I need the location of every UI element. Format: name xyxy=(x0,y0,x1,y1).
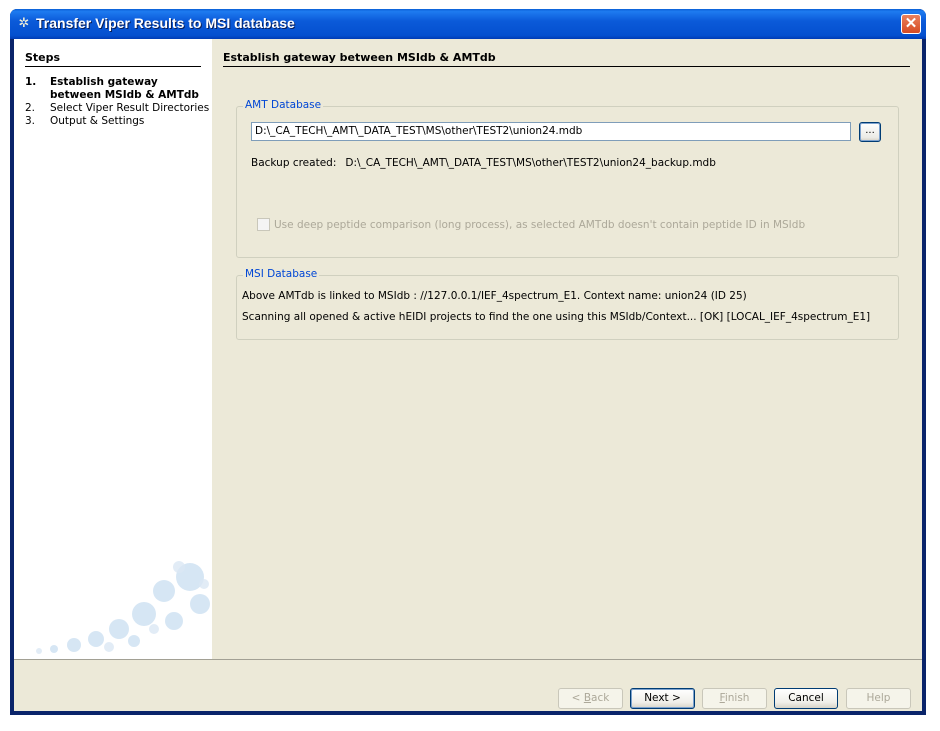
step-item-1: 1. Establish gateway between MSIdb & AMT… xyxy=(25,76,210,102)
back-rest: ack xyxy=(591,692,610,704)
msi-scan-text: Scanning all opened & active hEIDI proje… xyxy=(242,311,871,323)
browse-button[interactable]: ... xyxy=(859,122,881,142)
window-title: Transfer Viper Results to MSI database xyxy=(36,15,295,31)
back-button[interactable]: < Back xyxy=(558,688,623,709)
deep-compare-label: Use deep peptide comparison (long proces… xyxy=(274,218,806,231)
step-label: Output & Settings xyxy=(50,115,145,127)
page-title: Establish gateway between MSIdb & AMTdb xyxy=(223,51,910,67)
msi-link-text: Above AMTdb is linked to MSIdb : //127.0… xyxy=(242,290,747,302)
help-button[interactable]: Help xyxy=(846,688,911,709)
back-mnemonic: B xyxy=(583,692,592,704)
cancel-button[interactable]: Cancel xyxy=(774,688,838,709)
step-item-2: 2. Select Viper Result Directories xyxy=(25,102,210,115)
backup-info: Backup created: D:\_CA_TECH\_AMT\_DATA_TE… xyxy=(251,157,716,169)
app-icon: ✲ xyxy=(18,16,30,31)
backup-path: D:\_CA_TECH\_AMT\_DATA_TEST\MS\other\TES… xyxy=(345,157,716,169)
backup-label: Backup created: xyxy=(251,157,337,169)
decorative-bubbles-image xyxy=(36,561,210,654)
step-label: Establish gateway between MSIdb & AMTdb xyxy=(50,76,199,101)
dialog-body: Steps 1. Establish gateway between MSIdb… xyxy=(14,39,922,711)
steps-title: Steps xyxy=(25,51,201,67)
amt-path-input[interactable]: D:\_CA_TECH\_AMT\_DATA_TEST\MS\other\TES… xyxy=(251,122,851,141)
finish-rest: inish xyxy=(724,692,750,704)
deep-compare-option: Use deep peptide comparison (long proces… xyxy=(257,218,805,231)
steps-panel: Steps 1. Establish gateway between MSIdb… xyxy=(14,39,212,659)
msi-database-legend: MSI Database xyxy=(243,268,320,280)
amt-database-legend: AMT Database xyxy=(243,99,324,111)
close-button[interactable]: ✕ xyxy=(901,14,921,34)
step-number: 1. xyxy=(25,76,37,88)
step-number: 2. xyxy=(25,102,36,114)
step-item-3: 3. Output & Settings xyxy=(25,115,210,128)
next-button[interactable]: Next > xyxy=(630,688,695,709)
button-bar: < Back Next > Finish Cancel Help xyxy=(14,659,922,712)
wizard-window: ✲ Transfer Viper Results to MSI database… xyxy=(10,9,926,715)
step-label: Select Viper Result Directories xyxy=(50,102,210,114)
content-panel: Establish gateway between MSIdb & AMTdb … xyxy=(212,39,922,659)
title-bar[interactable]: ✲ Transfer Viper Results to MSI database… xyxy=(10,9,926,39)
step-number: 3. xyxy=(25,115,36,127)
msi-database-group: MSI Database Above AMTdb is linked to MS… xyxy=(236,268,899,340)
deep-compare-checkbox xyxy=(257,218,270,231)
back-prefix: < xyxy=(571,692,584,704)
finish-button[interactable]: Finish xyxy=(702,688,767,709)
amt-database-group: AMT Database D:\_CA_TECH\_AMT\_DATA_TEST… xyxy=(236,99,899,258)
steps-list: 1. Establish gateway between MSIdb & AMT… xyxy=(25,76,210,128)
close-icon: ✕ xyxy=(904,15,918,32)
